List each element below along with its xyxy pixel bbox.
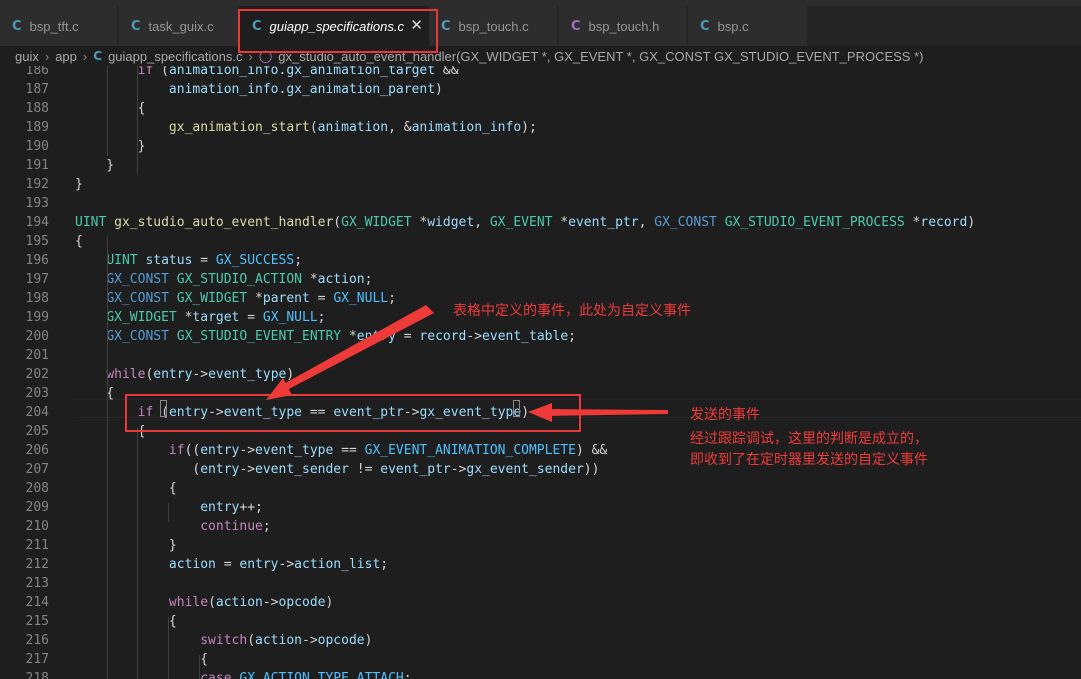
arrow-to-event-ptr-shaft xyxy=(545,409,668,416)
annotation-arrows xyxy=(266,305,668,422)
arrow-to-entry-shaft xyxy=(280,305,434,391)
arrow-to-entry-head xyxy=(266,378,292,400)
arrow-to-event-ptr-head xyxy=(528,403,552,422)
annotation-debug-line1: 经过跟踪调试，这里的判断是成立的， xyxy=(690,431,928,447)
annotation-table-event: 表格中定义的事件，此处为自定义事件 xyxy=(453,303,691,319)
annotation-sent-event: 发送的事件 xyxy=(690,407,760,423)
annotation-debug-line2: 即收到了在定时器里发送的自定义事件 xyxy=(690,452,928,468)
